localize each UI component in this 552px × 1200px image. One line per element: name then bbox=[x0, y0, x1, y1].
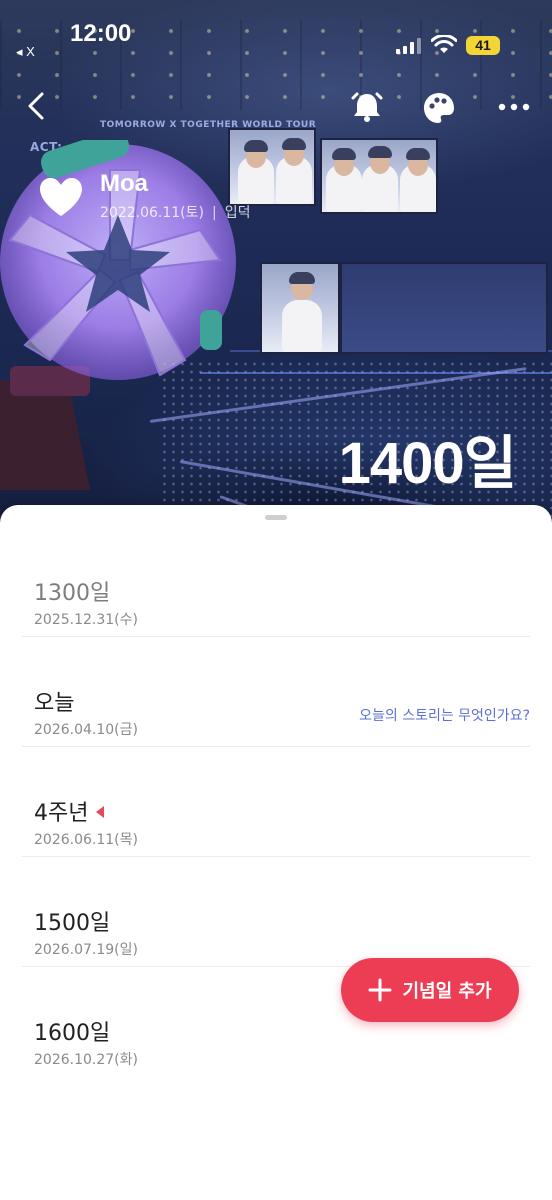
day-count: 1400일 bbox=[338, 431, 517, 496]
profile-name: Moa bbox=[100, 170, 148, 197]
add-anniversary-label: 기념일 추가 bbox=[402, 981, 492, 1002]
led-screen bbox=[320, 138, 438, 214]
anniversary-row[interactable]: 1500일 2026.07.19(일) bbox=[22, 857, 530, 967]
anniversary-title: 1500일 bbox=[34, 911, 111, 936]
signal-icon bbox=[396, 38, 421, 54]
heart-icon bbox=[40, 178, 82, 216]
anniversary-date: 2026.10.27(화) bbox=[34, 1052, 138, 1068]
marker-icon bbox=[96, 806, 105, 818]
palette-icon[interactable] bbox=[422, 91, 456, 125]
anniversary-title: 1600일 bbox=[34, 1021, 111, 1046]
story-prompt-link[interactable]: 오늘의 스토리는 무엇인가요? bbox=[359, 705, 530, 725]
anniversary-date: 2026.04.10(금) bbox=[34, 722, 138, 738]
anniversary-title: 1300일 bbox=[34, 581, 111, 606]
status-bar: 12:00 ◂ X 41 bbox=[0, 0, 552, 60]
add-anniversary-button[interactable]: 기념일 추가 bbox=[341, 958, 519, 1022]
anniversary-title-wrap: 4주년 bbox=[34, 795, 105, 827]
anniversary-title: 오늘 bbox=[34, 691, 75, 716]
anniversary-sheet: 1300일 2025.12.31(수) 오늘 2026.04.10(금) 오늘의… bbox=[0, 505, 552, 1200]
sheet-grabber[interactable] bbox=[265, 515, 287, 520]
back-to-app[interactable]: ◂ X bbox=[16, 44, 35, 60]
back-icon[interactable] bbox=[22, 90, 54, 122]
anniversary-date: 2026.07.19(일) bbox=[34, 942, 138, 958]
start-date: 2022.06.11(토) bbox=[100, 205, 204, 221]
alarm-icon[interactable] bbox=[350, 90, 384, 124]
anniversary-date: 2025.12.31(수) bbox=[34, 612, 138, 628]
more-icon[interactable] bbox=[494, 96, 534, 118]
plus-icon bbox=[368, 978, 392, 1002]
anniversary-row[interactable]: 4주년 2026.06.11(목) bbox=[22, 747, 530, 857]
start-tag: 입덕 bbox=[224, 205, 251, 221]
profile-date-line: 2022.06.11(토) | 입덕 bbox=[100, 202, 250, 222]
led-screen bbox=[260, 262, 340, 354]
led-screen bbox=[340, 262, 548, 354]
anniversary-row-today[interactable]: 오늘 2026.04.10(금) 오늘의 스토리는 무엇인가요? bbox=[22, 637, 530, 747]
anniversary-date: 2026.06.11(목) bbox=[34, 832, 138, 848]
wifi-icon bbox=[431, 35, 457, 53]
led-screen bbox=[228, 128, 316, 206]
separator: | bbox=[211, 205, 217, 221]
clock: 12:00 bbox=[70, 20, 132, 47]
anniversary-row[interactable]: 1300일 2025.12.31(수) bbox=[22, 527, 530, 637]
anniversary-title: 4주년 bbox=[34, 801, 89, 826]
battery-indicator: 41 bbox=[466, 36, 500, 55]
